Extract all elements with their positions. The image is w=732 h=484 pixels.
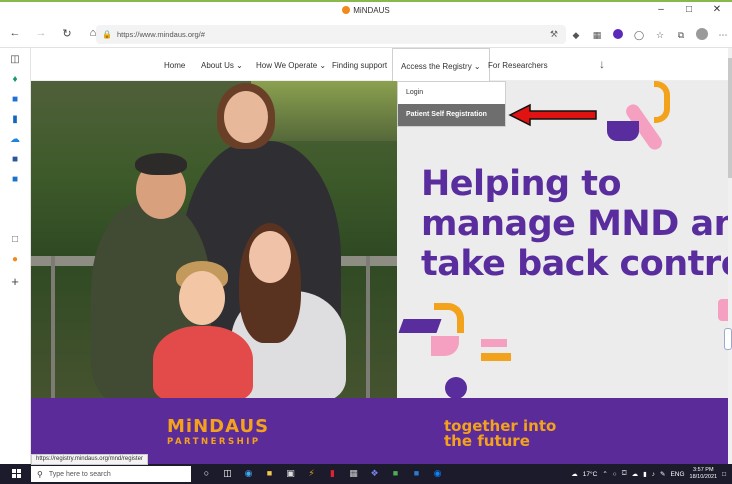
window-title: MiNDAUS bbox=[0, 6, 732, 15]
edge-chat-widget[interactable] bbox=[724, 328, 732, 350]
chevron-up-icon[interactable]: ⌃ bbox=[602, 470, 607, 478]
outlook-icon[interactable]: ■ bbox=[9, 94, 21, 106]
decorative-shape bbox=[434, 303, 464, 333]
dropdown-item-patient-self-registration[interactable]: Patient Self Registration bbox=[398, 104, 505, 126]
battery-icon[interactable]: ▮ bbox=[643, 470, 647, 478]
task-view-icon[interactable]: ◫ bbox=[221, 467, 234, 480]
red-app-icon[interactable]: ▮ bbox=[326, 467, 339, 480]
refresh-icon[interactable]: ↻ bbox=[60, 27, 74, 40]
cloud-icon[interactable]: ☁ bbox=[632, 470, 639, 478]
more-menu-icon[interactable]: ⋯ bbox=[717, 30, 729, 41]
windows-taskbar: ⚲ Type here to search ○ ◫ ◉ ■ ▣ ⚡ ▮ ▦ ❖ … bbox=[0, 464, 732, 484]
read-aloud-icon[interactable]: ⚒ bbox=[550, 29, 558, 40]
profile-extension-icon[interactable] bbox=[612, 29, 624, 41]
decorative-shape bbox=[718, 299, 728, 321]
nav-about-us[interactable]: About Us ⌄ bbox=[201, 48, 243, 81]
website-viewport: Home About Us ⌄ How We Operate ⌄ Finding… bbox=[31, 48, 728, 464]
close-icon[interactable]: ✕ bbox=[710, 4, 724, 15]
decorative-shape bbox=[445, 377, 467, 398]
document-icon[interactable]: □ bbox=[9, 234, 21, 246]
favorites-star-icon[interactable]: ☆ bbox=[654, 30, 666, 41]
mindaus-favicon-icon bbox=[342, 6, 351, 14]
decorative-shape bbox=[654, 81, 670, 123]
office-icon[interactable]: ▮ bbox=[9, 114, 21, 126]
teams-icon[interactable]: ❖ bbox=[368, 467, 381, 480]
nav-finding-support[interactable]: Finding support bbox=[332, 48, 387, 81]
volume-icon[interactable]: ♪ bbox=[652, 471, 655, 478]
app-green-icon[interactable]: ■ bbox=[389, 467, 402, 480]
mindaus-partnership-logo: MiNDAUS PARTNERSHIP bbox=[167, 416, 270, 448]
weather-temp[interactable]: 17°C bbox=[583, 471, 598, 478]
profile-avatar-icon[interactable] bbox=[696, 28, 708, 42]
decorative-shape bbox=[607, 121, 639, 141]
nav-how-we-operate[interactable]: How We Operate ⌄ bbox=[256, 48, 326, 81]
minimize-icon[interactable]: – bbox=[654, 4, 668, 15]
cortana-icon[interactable]: ○ bbox=[200, 467, 213, 480]
back-arrow-icon[interactable]: ← bbox=[8, 27, 22, 40]
mail-icon[interactable]: ■ bbox=[9, 174, 21, 186]
word-taskbar-icon[interactable]: ■ bbox=[410, 467, 423, 480]
nav-access-the-registry[interactable]: Access the Registry ⌄ bbox=[392, 48, 490, 81]
decorative-shape bbox=[481, 339, 507, 347]
page-scrollbar[interactable] bbox=[728, 48, 732, 464]
decorative-shape bbox=[431, 336, 459, 356]
language-indicator[interactable]: ENG bbox=[670, 471, 684, 478]
sync-icon[interactable]: ◉ bbox=[431, 467, 444, 480]
weather-icon[interactable]: ☁ bbox=[571, 470, 578, 478]
hero-family-photo bbox=[31, 81, 397, 398]
file-explorer-icon[interactable]: ■ bbox=[263, 467, 276, 480]
mindaus-tab-icon[interactable]: ● bbox=[9, 254, 21, 266]
decorative-shape bbox=[398, 319, 442, 333]
title-bar: MiNDAUS – □ ✕ bbox=[0, 0, 732, 22]
app-bolt-icon[interactable]: ⚡ bbox=[305, 467, 318, 480]
add-icon[interactable]: + bbox=[9, 275, 21, 288]
apps-icon[interactable]: ▦ bbox=[591, 30, 603, 41]
clock[interactable]: 3:57 PM 18/10/2021 bbox=[690, 467, 718, 481]
network-icon[interactable]: ○ bbox=[613, 471, 617, 478]
store-icon[interactable]: ▣ bbox=[284, 467, 297, 480]
search-icon: ⚲ bbox=[37, 469, 43, 479]
nav-for-researchers[interactable]: For Researchers bbox=[488, 48, 548, 81]
notification-icon[interactable]: □ bbox=[722, 471, 726, 478]
pen-icon[interactable]: ✎ bbox=[660, 470, 665, 478]
tracking-icon[interactable]: ◯ bbox=[633, 30, 645, 41]
taskbar-search-input[interactable]: ⚲ Type here to search bbox=[31, 466, 191, 482]
red-arrow-annotation-icon bbox=[508, 103, 597, 127]
system-tray: ☁ 17°C ⌃ ○ ⛋ ☁ ▮ ♪ ✎ ENG 3:57 PM 18/10/2… bbox=[571, 467, 726, 481]
edge-browser-icon[interactable]: ◉ bbox=[242, 467, 255, 480]
tab-actions-icon[interactable]: ◫ bbox=[9, 54, 21, 66]
decorative-shape bbox=[481, 353, 511, 361]
down-arrow-icon[interactable]: ↓ bbox=[599, 57, 605, 71]
lock-icon: 🔒 bbox=[102, 30, 112, 39]
collections-icon[interactable]: ⧉ bbox=[675, 30, 687, 41]
registry-dropdown-menu: Login Patient Self Registration bbox=[397, 81, 506, 127]
maximize-icon[interactable]: □ bbox=[682, 4, 696, 15]
extension-icon[interactable]: ◆ bbox=[570, 30, 582, 41]
shield-icon[interactable]: ⛋ bbox=[622, 470, 627, 478]
windows-start-icon[interactable] bbox=[12, 469, 22, 479]
onedrive-icon[interactable]: ☁ bbox=[9, 134, 21, 146]
forward-arrow-icon[interactable]: → bbox=[34, 27, 48, 40]
dropdown-item-login[interactable]: Login bbox=[398, 82, 505, 104]
word-icon[interactable]: ■ bbox=[9, 154, 21, 166]
calculator-icon[interactable]: ▦ bbox=[347, 467, 360, 480]
nav-home[interactable]: Home bbox=[164, 48, 185, 81]
scrollbar-thumb[interactable] bbox=[728, 58, 732, 178]
hero-message-panel: Helping to manage MND and take back cont… bbox=[397, 81, 728, 398]
address-bar: ← → ↻ ⌂ 🔒 https://www.mindaus.org/# ⚒ ◆ … bbox=[0, 22, 732, 48]
tagline: together into the future bbox=[444, 417, 557, 450]
hero-heading: Helping to manage MND and take back cont… bbox=[421, 164, 728, 284]
url-input[interactable]: 🔒 https://www.mindaus.org/# ⚒ bbox=[96, 25, 566, 44]
site-navigation: Home About Us ⌄ How We Operate ⌄ Finding… bbox=[31, 48, 728, 81]
browser-sidebar: ◫ ♦ ■ ▮ ☁ ■ ■ □ ● + bbox=[0, 48, 31, 464]
shopping-icon[interactable]: ♦ bbox=[9, 74, 21, 86]
link-status-url: https://registry.mindaus.org/mnd/registe… bbox=[31, 454, 148, 465]
